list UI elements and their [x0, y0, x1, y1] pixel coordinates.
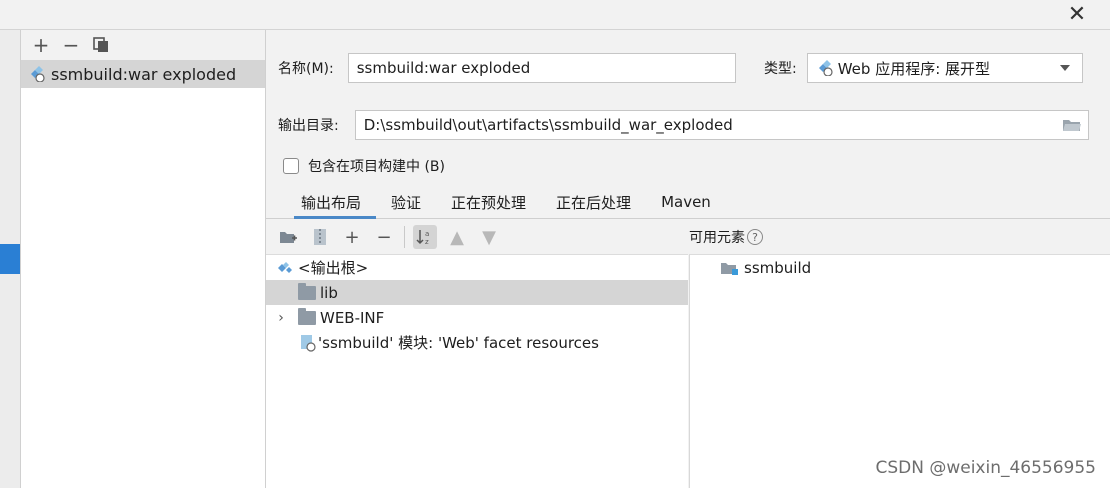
artifact-settings-panel: 名称(M): ssmbuild:war exploded 类型: Web 应用程… [266, 30, 1110, 488]
tree-item-web-inf[interactable]: › WEB-INF [266, 305, 688, 330]
copy-icon [93, 37, 108, 52]
tree-item-label: lib [320, 283, 338, 302]
remove-element-button[interactable]: − [372, 225, 396, 249]
include-in-build-label: 包含在项目构建中 (B) [308, 159, 445, 175]
folder-icon [298, 307, 316, 325]
arrow-down-icon: ▼ [482, 226, 496, 248]
plus-icon: + [344, 226, 360, 248]
sidebar-selection-indicator [0, 244, 20, 274]
tab-maven[interactable]: Maven [646, 186, 726, 218]
type-label: 类型: [764, 61, 797, 77]
tree-item-label: 'ssmbuild' 模块: 'Web' facet resources [318, 334, 599, 352]
available-item-label: ssmbuild [744, 258, 812, 277]
tree-item-lib[interactable]: lib [266, 280, 688, 305]
name-input[interactable]: ssmbuild:war exploded [347, 53, 736, 83]
available-elements-tree: ssmbuild [689, 254, 1110, 488]
chevron-right-icon[interactable]: › [274, 310, 288, 326]
output-dir-value: D:\ssmbuild\out\artifacts\ssmbuild_war_e… [363, 116, 733, 134]
web-resource-icon [301, 334, 316, 352]
close-icon: ✕ [1067, 1, 1087, 27]
output-dir-input[interactable]: D:\ssmbuild\out\artifacts\ssmbuild_war_e… [354, 110, 1089, 140]
folder-browse-icon[interactable] [1062, 117, 1082, 133]
svg-text:a: a [425, 230, 429, 238]
toolbar-separator [404, 226, 405, 248]
name-value: ssmbuild:war exploded [356, 59, 531, 77]
tab-post-processing[interactable]: 正在后处理 [541, 186, 646, 218]
tab-validation[interactable]: 验证 [376, 186, 436, 218]
move-down-button[interactable]: ▼ [477, 225, 501, 249]
output-dir-row: 输出目录: D:\ssmbuild\out\artifacts\ssmbuild… [278, 110, 1089, 140]
sort-alpha-icon: a z [416, 230, 429, 246]
tree-root-label: <输出根> [298, 259, 369, 277]
create-archive-button[interactable] [308, 225, 332, 249]
type-row: 类型: Web 应用程序: 展开型 [764, 53, 1083, 83]
add-copy-button[interactable]: + [340, 225, 364, 249]
help-icon[interactable]: ? [747, 229, 763, 245]
settings-sidebar-strip [0, 30, 21, 488]
web-artifact-icon [31, 66, 45, 82]
watermark: CSDN @weixin_46556955 [875, 458, 1096, 478]
close-button[interactable]: ✕ [1064, 1, 1090, 27]
copy-artifact-button[interactable] [89, 33, 113, 57]
minus-icon: − [62, 33, 80, 57]
artifact-toolbar: + − [21, 30, 265, 60]
remove-artifact-button[interactable]: − [59, 33, 83, 57]
include-in-build-row[interactable]: 包含在项目构建中 (B) [283, 156, 445, 176]
name-row: 名称(M): ssmbuild:war exploded [278, 53, 736, 83]
plus-icon: + [32, 33, 50, 57]
create-directory-button[interactable] [276, 225, 300, 249]
type-value: Web 应用程序: 展开型 [837, 59, 991, 78]
svg-text:z: z [425, 238, 429, 246]
new-folder-icon [280, 232, 297, 243]
output-layout-tree: <输出根> lib › WEB-INF 'ssmbuild' 模块: 'Web'… [266, 254, 688, 488]
web-app-icon [818, 60, 833, 76]
tab-pre-processing[interactable]: 正在预处理 [436, 186, 541, 218]
tab-bar: 输出布局 验证 正在预处理 正在后处理 Maven [266, 186, 1110, 219]
dialog-title-bar: ✕ [0, 0, 1110, 30]
available-elements-header: 可用元素 ? [689, 220, 763, 254]
tab-output-layout[interactable]: 输出布局 [286, 186, 377, 219]
type-select[interactable]: Web 应用程序: 展开型 [806, 53, 1083, 83]
archive-icon [314, 229, 326, 245]
artifact-label: ssmbuild:war exploded [51, 64, 237, 84]
name-label: 名称(M): [278, 61, 334, 77]
folder-icon [298, 282, 316, 300]
module-folder-icon [721, 262, 738, 275]
add-artifact-button[interactable]: + [29, 33, 53, 57]
artifact-list-item[interactable]: ssmbuild:war exploded [21, 60, 265, 88]
include-in-build-checkbox[interactable] [283, 158, 299, 174]
tree-item-label: WEB-INF [320, 308, 385, 327]
output-layout-toolbar: + − a z ▲ ▼ [266, 220, 688, 254]
available-elements-label: 可用元素 [689, 230, 745, 246]
artifact-list-panel: + − ssmbuild:war exploded [21, 30, 266, 488]
chevron-down-icon [1059, 65, 1070, 71]
minus-icon: − [376, 226, 392, 248]
web-root-icon [278, 261, 292, 273]
tree-item-facet-resources[interactable]: 'ssmbuild' 模块: 'Web' facet resources [266, 330, 688, 355]
arrow-up-icon: ▲ [450, 226, 464, 248]
output-dir-label: 输出目录: [278, 118, 339, 134]
tree-root[interactable]: <输出根> [266, 255, 688, 280]
available-item-ssmbuild[interactable]: ssmbuild [690, 255, 1110, 280]
sort-elements-button[interactable]: a z [413, 225, 437, 249]
move-up-button[interactable]: ▲ [445, 225, 469, 249]
